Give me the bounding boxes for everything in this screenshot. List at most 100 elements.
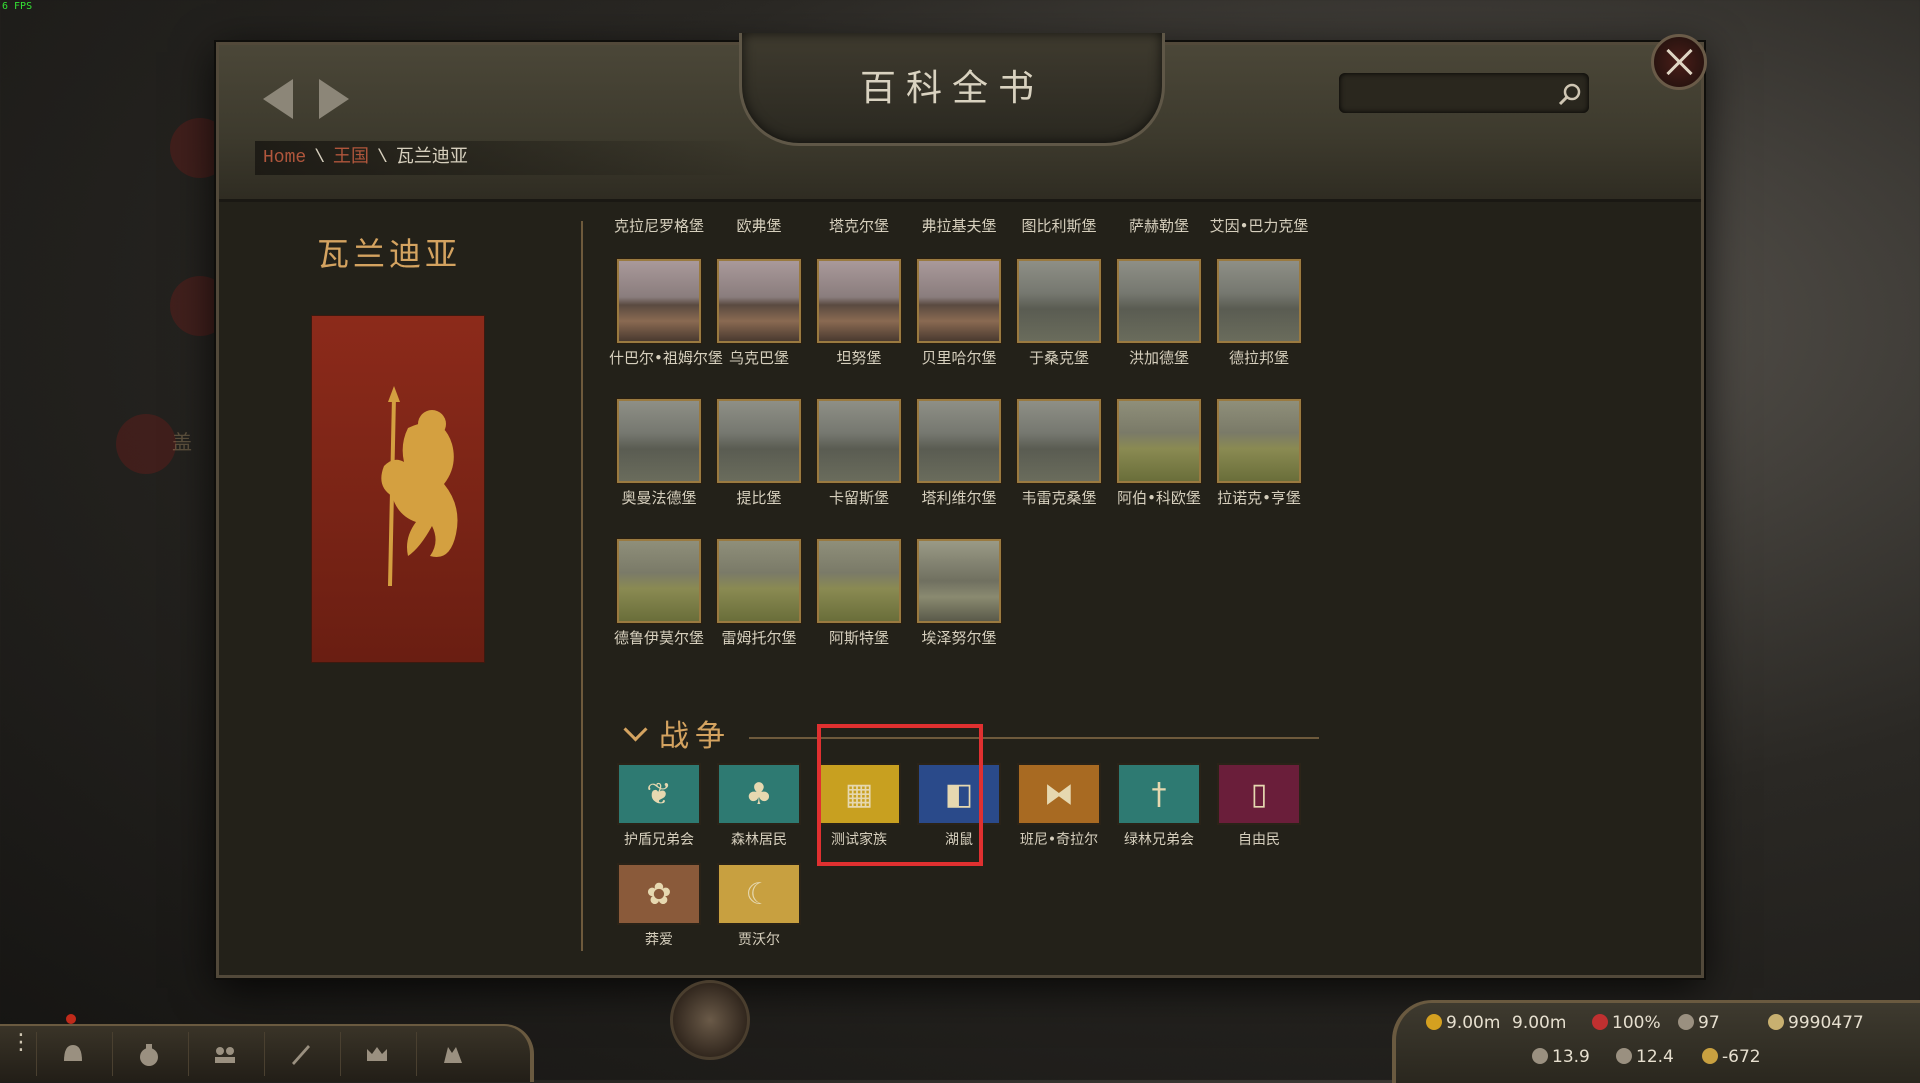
settlement-thumbnail[interactable] [917, 399, 1001, 483]
clan-item[interactable]: † 绿林兄弟会 [1109, 763, 1209, 849]
settlement-item[interactable]: 什巴尔•祖姆尔堡 [609, 259, 723, 368]
clan-label: 贾沃尔 [738, 932, 780, 948]
quests-button[interactable] [264, 1032, 337, 1076]
settlement-thumbnail[interactable] [617, 539, 701, 623]
avatar[interactable] [670, 980, 750, 1060]
settlement-label[interactable]: 萨赫勒堡 [1109, 215, 1209, 236]
crescent-icon[interactable]: ☾ [717, 863, 801, 925]
settlement-thumbnail[interactable] [717, 399, 801, 483]
settlement-item[interactable]: 贝里哈尔堡 [909, 259, 1009, 368]
settlement-item[interactable]: 洪加德堡 [1109, 259, 1209, 368]
settlement-label: 拉诺克•亨堡 [1217, 489, 1301, 507]
leaf-icon[interactable]: ❦ [617, 763, 701, 825]
breadcrumb-separator: \ [314, 148, 326, 168]
food-stat: -672 [1702, 1047, 1761, 1067]
clan-item[interactable]: ✿ 莽爱 [609, 863, 709, 949]
window-title: 百科全书 [859, 68, 1044, 109]
settlement-label[interactable]: 图比利斯堡 [1009, 215, 1109, 236]
clan-item[interactable]: ☾ 贾沃尔 [709, 863, 809, 949]
settlement-thumbnail[interactable] [817, 539, 901, 623]
breadcrumb-home[interactable]: Home [263, 148, 306, 168]
settlement-thumbnail[interactable] [617, 259, 701, 343]
shield-icon[interactable]: ▯ [1217, 763, 1301, 825]
clan-item[interactable]: ⧓ 班尼•奇拉尔 [1009, 763, 1109, 849]
settlement-label: 奥曼法德堡 [621, 489, 697, 507]
forward-button[interactable] [319, 79, 349, 119]
breadcrumb-current: 瓦兰迪亚 [395, 148, 468, 168]
settlement-thumbnail[interactable] [717, 539, 801, 623]
settlement-thumbnail[interactable] [1217, 259, 1301, 343]
settlement-thumbnail[interactable] [1017, 259, 1101, 343]
settlement-item[interactable]: 拉诺克•亨堡 [1209, 399, 1309, 508]
alert-icon [66, 1014, 76, 1024]
clan-item[interactable]: ❦ 护盾兄弟会 [609, 763, 709, 849]
inventory-button[interactable] [112, 1032, 185, 1076]
settlement-label[interactable]: 欧弗堡 [709, 215, 809, 236]
fps-counter: 6 FPS [2, 1, 33, 12]
settlement-item[interactable]: 乌克巴堡 [709, 259, 809, 368]
selection-highlight [817, 724, 983, 866]
settlement-label[interactable]: 塔克尔堡 [809, 215, 909, 236]
map-town-label: 盖 [172, 430, 192, 454]
settlement-thumbnail[interactable] [817, 399, 901, 483]
party-button[interactable] [188, 1032, 261, 1076]
bowtie-icon[interactable]: ⧓ [1017, 763, 1101, 825]
settlement-item[interactable]: 提比堡 [709, 399, 809, 508]
tree-icon[interactable]: ♣ [717, 763, 801, 825]
flower-icon[interactable]: ✿ [617, 863, 701, 925]
settlement-item[interactable]: 德拉邦堡 [1209, 259, 1309, 368]
quill-icon [292, 1045, 310, 1065]
back-button[interactable] [263, 79, 293, 119]
settlement-item[interactable]: 埃泽努尔堡 [909, 539, 1009, 648]
settlement-label: 雷姆托尔堡 [721, 629, 797, 647]
search-input[interactable] [1339, 73, 1589, 113]
view-stat: 12.4 [1616, 1047, 1674, 1067]
settlement-item[interactable]: 卡留斯堡 [809, 399, 909, 508]
breadcrumb: Home \ 王国 \ 瓦兰迪亚 [255, 141, 755, 175]
troops-icon [1678, 1014, 1694, 1030]
character-button[interactable] [36, 1032, 109, 1076]
settlement-label[interactable]: 克拉尼罗格堡 [609, 215, 709, 236]
settlement-thumbnail[interactable] [817, 259, 901, 343]
close-button[interactable] [1651, 34, 1707, 90]
settlement-label[interactable]: 弗拉基夫堡 [909, 215, 1009, 236]
clan-item[interactable]: ♣ 森林居民 [709, 763, 809, 849]
settlement-thumbnail[interactable] [1117, 259, 1201, 343]
clan-item[interactable]: ▯ 自由民 [1209, 763, 1309, 849]
map-marker [116, 414, 176, 474]
settlement-item[interactable]: 塔利维尔堡 [909, 399, 1009, 508]
settlement-item[interactable]: 坦努堡 [809, 259, 909, 368]
settlement-label: 什巴尔•祖姆尔堡 [609, 349, 723, 367]
settlement-item[interactable]: 阿斯特堡 [809, 539, 909, 648]
settlement-thumbnail[interactable] [917, 259, 1001, 343]
menu-icon[interactable]: ⋮ [10, 1032, 32, 1054]
search-icon[interactable] [1557, 81, 1583, 107]
settlement-thumbnail[interactable] [617, 399, 701, 483]
settlement-label: 于桑克堡 [1028, 349, 1089, 367]
settlement-label[interactable]: 艾因•巴力克堡 [1209, 215, 1309, 236]
kingdom-button[interactable] [416, 1032, 489, 1076]
settlement-item[interactable]: 德鲁伊莫尔堡 [609, 539, 709, 648]
settlement-item[interactable]: 于桑克堡 [1009, 259, 1109, 368]
settlement-thumbnail[interactable] [717, 259, 801, 343]
clan-button[interactable] [340, 1032, 413, 1076]
clan-label: 护盾兄弟会 [624, 832, 694, 848]
settlement-thumbnail[interactable] [917, 539, 1001, 623]
settlement-label: 韦雷克桑堡 [1021, 489, 1097, 507]
breadcrumb-kingdoms[interactable]: 王国 [333, 148, 369, 168]
settlement-thumbnail[interactable] [1017, 399, 1101, 483]
settlement-label: 德鲁伊莫尔堡 [613, 629, 704, 647]
settlement-thumbnail[interactable] [1217, 399, 1301, 483]
gold-stat: 9.00m [1426, 1013, 1500, 1033]
settlement-item[interactable]: 韦雷克桑堡 [1009, 399, 1109, 508]
settlement-item[interactable]: 奥曼法德堡 [609, 399, 709, 508]
settlement-thumbnail[interactable] [1117, 399, 1201, 483]
kingdom-name: 瓦兰迪亚 [316, 235, 461, 273]
settlement-item[interactable]: 阿伯•科欧堡 [1109, 399, 1209, 508]
coin-icon [1426, 1014, 1442, 1030]
settlement-item[interactable]: 雷姆托尔堡 [709, 539, 809, 648]
settlement-label: 埃泽努尔堡 [921, 629, 997, 647]
helmet-icon [64, 1045, 82, 1061]
clan-label: 莽爱 [645, 932, 673, 948]
sword-icon[interactable]: † [1117, 763, 1201, 825]
